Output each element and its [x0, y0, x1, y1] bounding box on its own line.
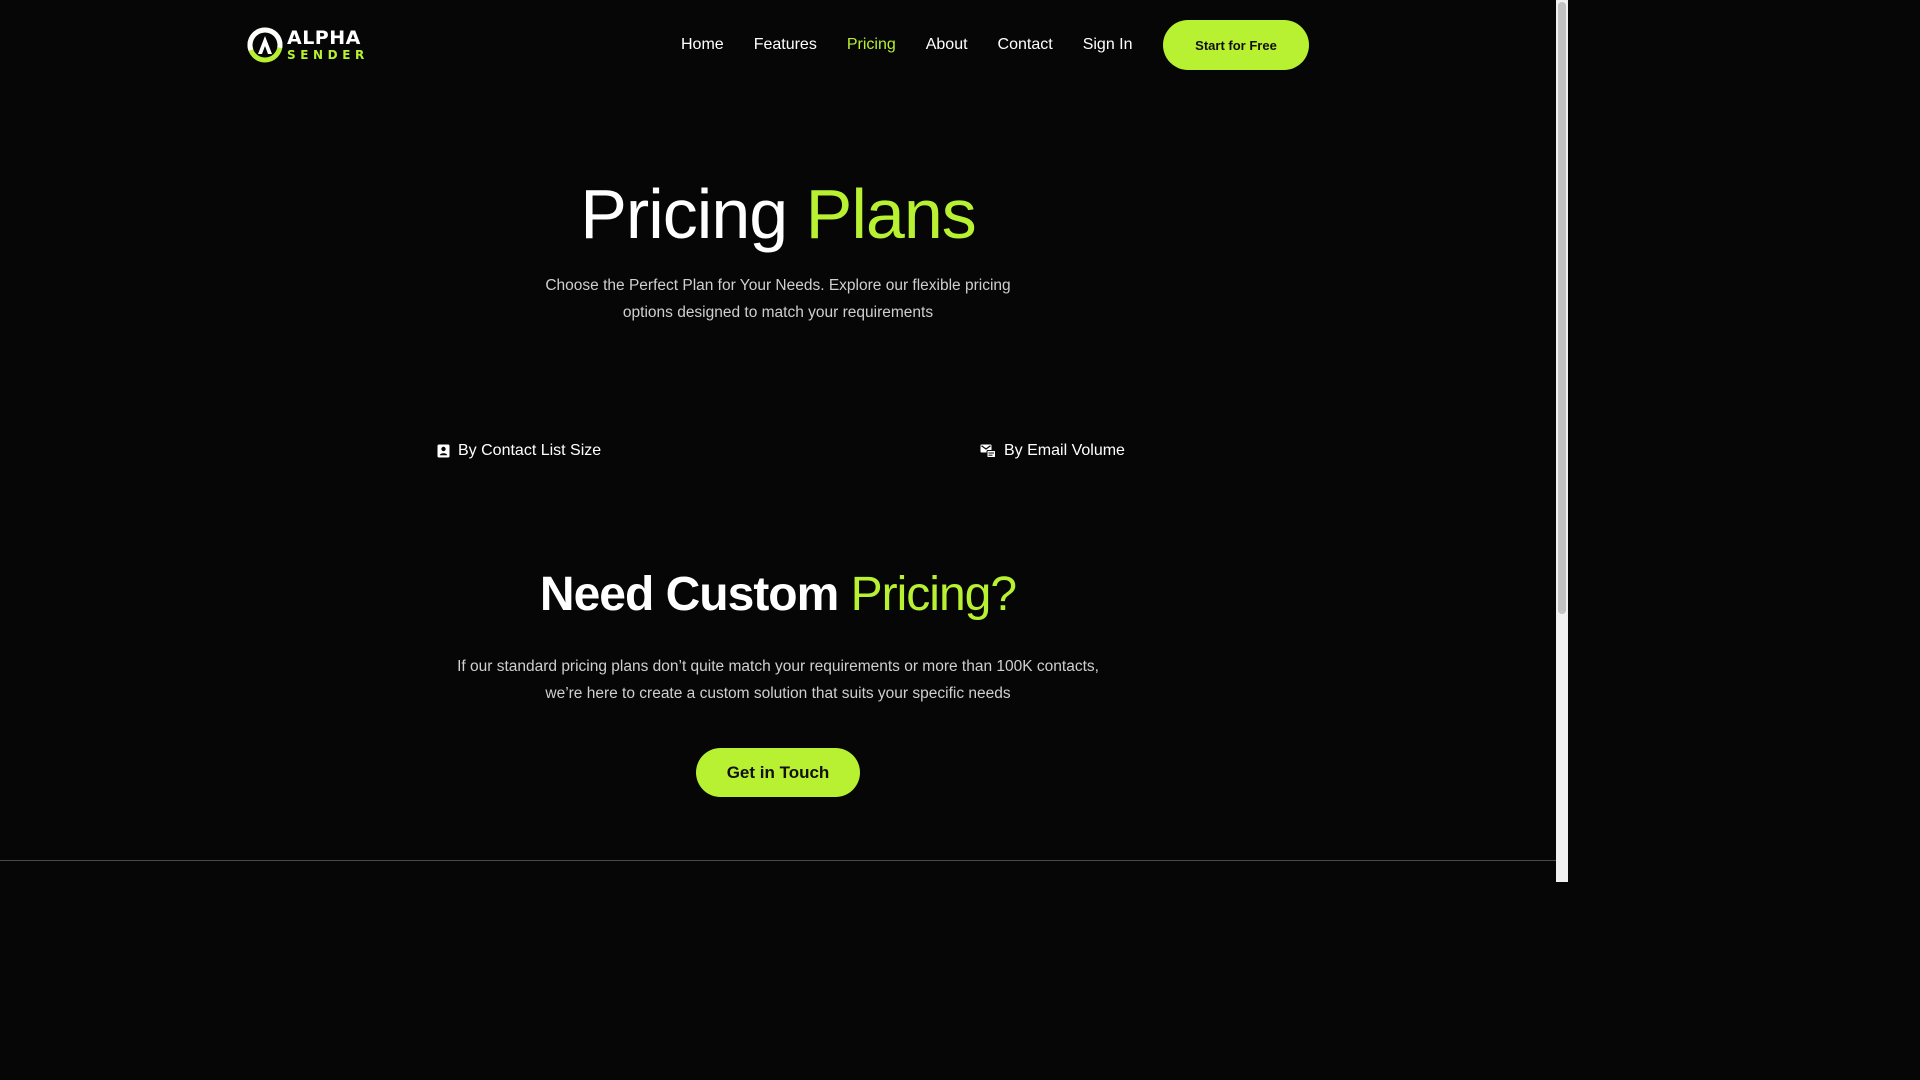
custom-pricing-title-main: Need Custom — [539, 568, 839, 621]
nav-item-home[interactable]: Home — [681, 36, 724, 54]
page: ALPHA SENDER Home Features Pricing About… — [0, 0, 1556, 882]
custom-pricing-title: Need Custom Pricing? — [0, 563, 1556, 627]
scrollbar-thumb[interactable] — [1558, 2, 1566, 614]
page-subtitle: Choose the Perfect Plan for Your Needs. … — [545, 277, 1011, 321]
nav-item-about[interactable]: About — [926, 36, 968, 54]
custom-pricing-description: If our standard pricing plans don’t quit… — [457, 658, 1099, 702]
page-scrollbar[interactable] — [1556, 0, 1568, 882]
get-in-touch-button[interactable]: Get in Touch — [696, 748, 860, 797]
logo-wordmark: ALPHA SENDER — [287, 27, 369, 62]
custom-pricing-title-accent: Pricing? — [850, 568, 1017, 621]
start-for-free-button[interactable]: Start for Free — [1163, 20, 1309, 70]
nav-item-sign-in[interactable]: Sign In — [1083, 36, 1133, 54]
logo-text-top: ALPHA — [287, 27, 361, 49]
logo-text-bottom: SENDER — [287, 48, 369, 62]
tab-contact-list-size[interactable]: By Contact List Size — [437, 440, 601, 462]
page-title: Pricing Plans — [0, 170, 1556, 258]
tab-contact-list-size-label: By Contact List Size — [458, 442, 602, 459]
nav-item-features[interactable]: Features — [754, 36, 817, 54]
page-title-accent: Plans — [805, 175, 977, 253]
logo-mark-icon — [247, 27, 283, 63]
contact-card-icon — [437, 444, 450, 458]
page-title-main: Pricing — [580, 175, 788, 253]
tab-email-volume-label: By Email Volume — [1004, 442, 1125, 459]
brand-logo[interactable]: ALPHA SENDER — [247, 26, 373, 64]
email-volume-icon — [980, 444, 996, 458]
main-nav: Home Features Pricing About Contact Sign… — [666, 33, 1148, 57]
nav-item-pricing[interactable]: Pricing — [847, 36, 896, 54]
nav-item-contact[interactable]: Contact — [998, 36, 1053, 54]
tab-email-volume[interactable]: By Email Volume — [980, 440, 1125, 462]
footer-divider — [0, 860, 1556, 861]
